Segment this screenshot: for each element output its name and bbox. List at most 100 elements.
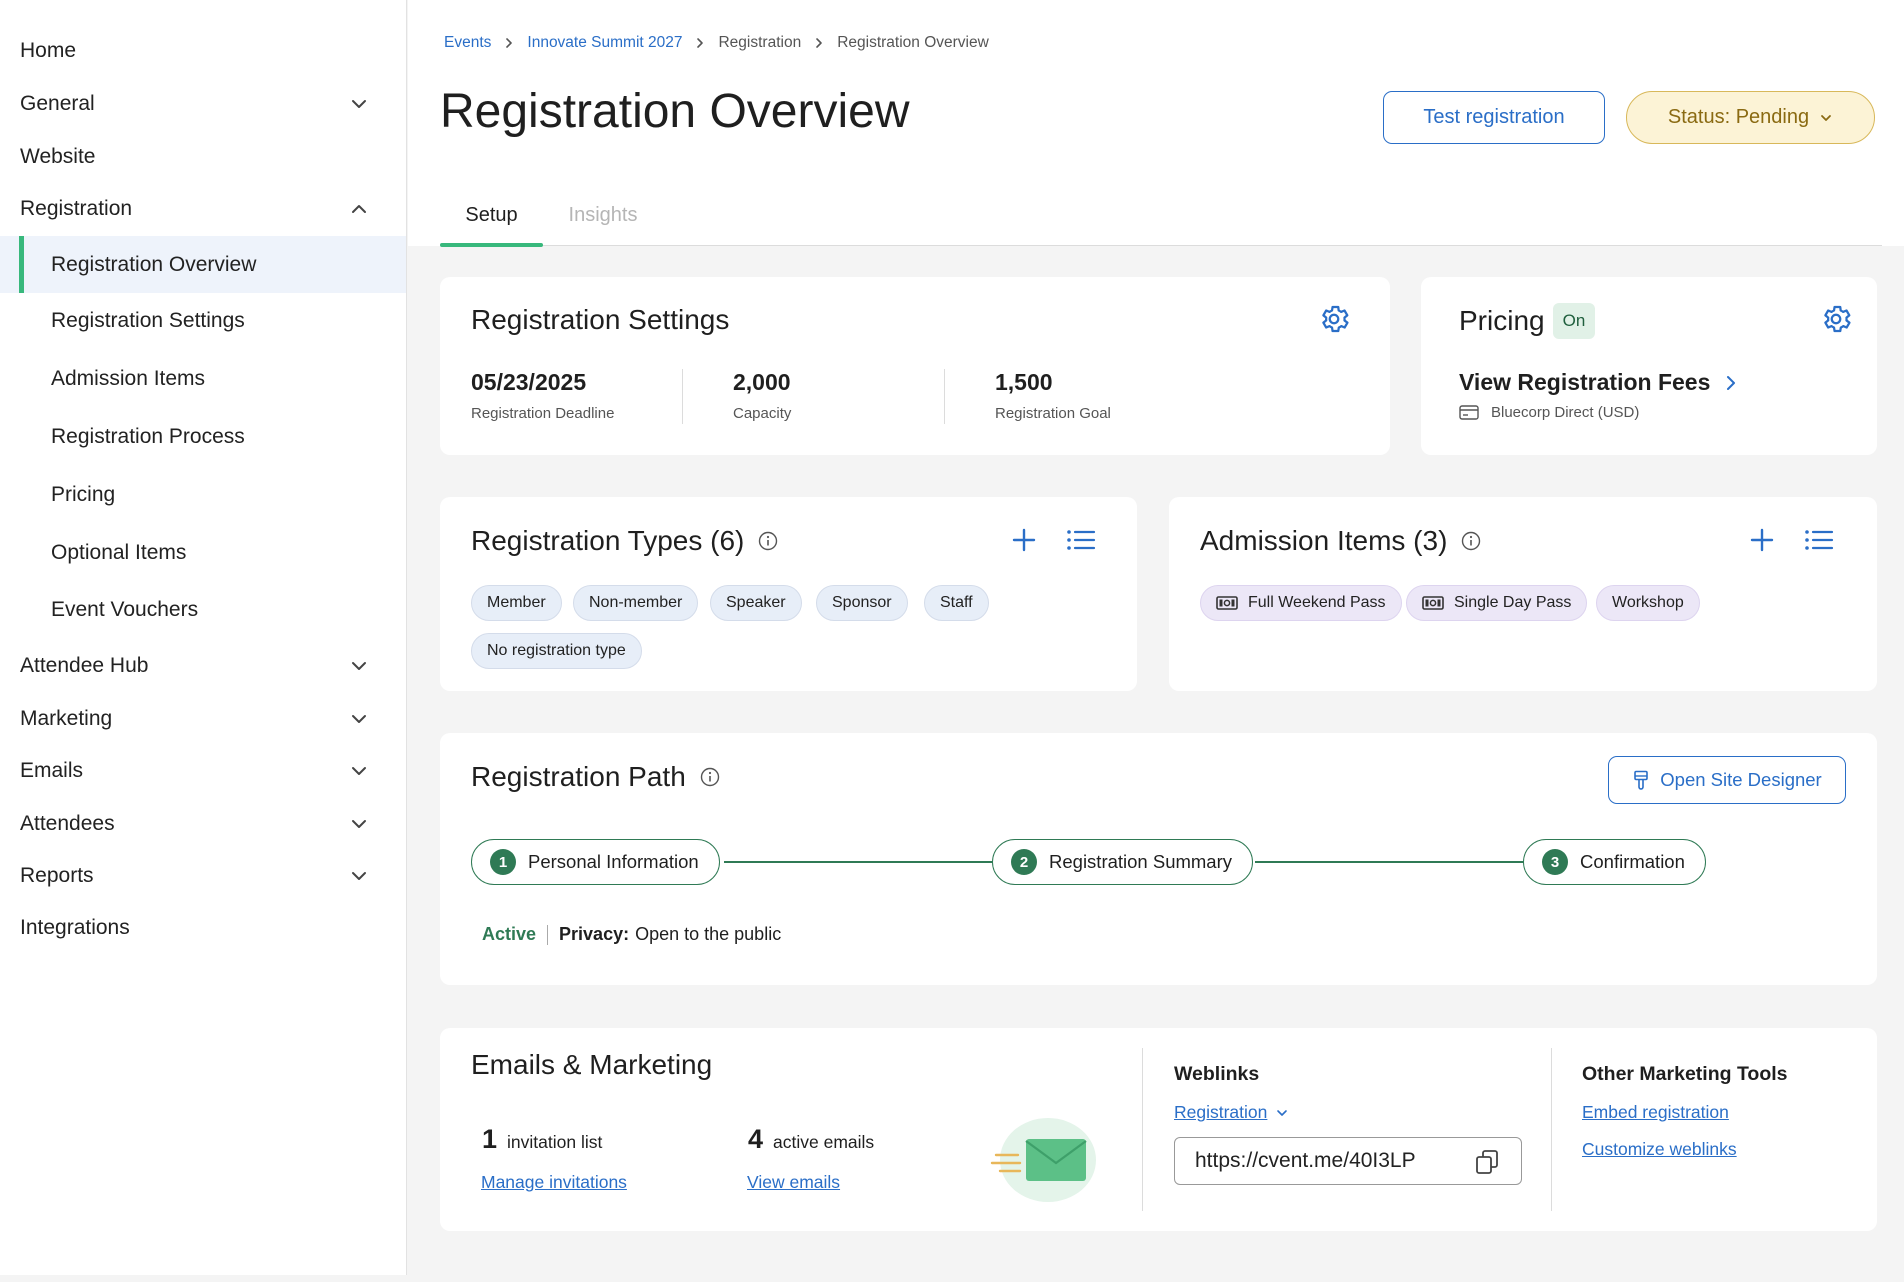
sidebar-item-label: Event Vouchers (51, 598, 199, 621)
open-site-designer-button[interactable]: Open Site Designer (1608, 756, 1846, 804)
info-icon[interactable] (758, 531, 778, 551)
sidebar-item-pricing[interactable]: Pricing (0, 468, 406, 522)
pricing-header: Pricing On (1459, 303, 1596, 339)
breadcrumb-registration[interactable]: Registration (718, 34, 801, 52)
admission-item-chip[interactable]: Workshop (1596, 585, 1700, 621)
invitation-stat: 1 invitation list (482, 1124, 602, 1155)
privacy-value: Open to the public (635, 924, 782, 944)
divider (547, 924, 549, 945)
gear-icon[interactable] (1317, 302, 1351, 336)
sidebar-item-label: Attendees (20, 812, 115, 835)
sidebar-item-registration-overview[interactable]: Registration Overview (0, 236, 406, 293)
other-tools-title: Other Marketing Tools (1582, 1063, 1788, 1085)
sidebar-item-label: Registration Settings (51, 309, 245, 332)
chevron-down-icon (352, 100, 366, 108)
reg-type-chip[interactable]: Speaker (710, 585, 802, 621)
path-header: Registration Path (471, 761, 720, 793)
ticket-icon (1216, 596, 1238, 610)
card-title: Registration Settings (471, 304, 730, 335)
test-registration-button[interactable]: Test registration (1383, 91, 1605, 144)
sidebar-item-registration[interactable]: Registration (0, 182, 406, 236)
list-icon[interactable] (1066, 527, 1096, 553)
chevron-down-icon (1277, 1109, 1288, 1116)
path-connector (724, 861, 994, 863)
tab-insights[interactable]: Insights (563, 196, 643, 246)
sidebar-item-reports[interactable]: Reports (0, 849, 406, 903)
sidebar-item-admission-items[interactable]: Admission Items (0, 352, 406, 406)
sidebar-item-registration-settings[interactable]: Registration Settings (0, 294, 406, 348)
breadcrumb-link-event[interactable]: Innovate Summit 2027 (527, 34, 682, 52)
sidebar-item-website[interactable]: Website (0, 130, 406, 184)
sidebar-item-label: Integrations (20, 916, 130, 939)
page-title: Registration Overview (440, 85, 910, 138)
chevron-right-icon (697, 38, 704, 48)
admission-items-card: Admission Items (3) Full Weekend Pass Si… (1169, 497, 1877, 691)
sidebar-item-label: Reports (20, 864, 94, 887)
sidebar-item-label: Attendee Hub (20, 654, 149, 677)
info-icon[interactable] (1461, 531, 1481, 551)
sidebar-item-attendee-hub[interactable]: Attendee Hub (0, 639, 406, 693)
weblink-field[interactable]: https://cvent.me/40I3LP (1174, 1137, 1522, 1185)
step-label: Confirmation (1580, 851, 1685, 872)
copy-icon[interactable] (1475, 1149, 1499, 1175)
weblinks-select[interactable]: Registration (1174, 1102, 1289, 1123)
divider (944, 369, 945, 424)
admission-item-chip[interactable]: Full Weekend Pass (1200, 585, 1402, 621)
sidebar-item-registration-process[interactable]: Registration Process (0, 410, 406, 464)
reg-types-header: Registration Types (6) (471, 525, 778, 557)
sidebar-item-label: Optional Items (51, 541, 187, 564)
admission-item-label: Single Day Pass (1454, 594, 1572, 611)
list-icon[interactable] (1804, 527, 1834, 553)
info-icon[interactable] (700, 767, 720, 787)
sidebar-item-optional-items[interactable]: Optional Items (0, 526, 406, 580)
path-step-registration-summary[interactable]: 2 Registration Summary (992, 839, 1254, 885)
status-dropdown-button[interactable]: Status: Pending (1626, 91, 1875, 144)
envelope-illustration-icon (990, 1118, 1096, 1202)
plus-icon[interactable] (1749, 527, 1775, 553)
chevron-up-icon (352, 205, 366, 213)
merchant-row: Bluecorp Direct (USD) (1459, 404, 1639, 421)
sidebar-item-attendees[interactable]: Attendees (0, 797, 406, 851)
sidebar-item-event-vouchers[interactable]: Event Vouchers (0, 583, 406, 637)
reg-type-chip[interactable]: Sponsor (816, 585, 908, 621)
admission-item-chip[interactable]: Single Day Pass (1406, 585, 1588, 621)
chevron-down-icon (352, 820, 366, 828)
registration-settings-card: Registration Settings 05/23/2025 Registr… (440, 277, 1390, 455)
open-site-designer-label: Open Site Designer (1660, 769, 1822, 790)
sidebar-item-label: Admission Items (51, 367, 206, 390)
path-connector (1255, 861, 1524, 863)
reg-type-chip[interactable]: Non-member (573, 585, 699, 621)
sidebar-item-label: Pricing (51, 483, 116, 506)
reg-type-chip[interactable]: Member (471, 585, 562, 621)
tab-setup[interactable]: Setup (440, 196, 543, 247)
card-title: Registration Path (471, 761, 686, 792)
status-label: Status: Pending (1667, 106, 1810, 128)
sidebar-item-label: Website (20, 145, 96, 168)
weblinks-select-label: Registration (1174, 1102, 1268, 1122)
embed-registration-link[interactable]: Embed registration (1582, 1102, 1729, 1123)
reg-type-chip[interactable]: No registration type (471, 633, 642, 669)
sidebar-item-home[interactable]: Home (0, 24, 406, 78)
view-fees-link[interactable]: View Registration Fees (1459, 369, 1740, 396)
sidebar-item-emails[interactable]: Emails (0, 744, 406, 798)
plus-icon[interactable] (1011, 527, 1037, 553)
sidebar-item-general[interactable]: General (0, 77, 406, 131)
path-step-personal-information[interactable]: 1 Personal Information (471, 839, 720, 885)
breadcrumb: Events Innovate Summit 2027 Registration… (444, 34, 989, 52)
sidebar-item-label: General (20, 92, 95, 115)
sidebar-item-marketing[interactable]: Marketing (0, 692, 406, 746)
breadcrumb-link-events[interactable]: Events (444, 34, 491, 52)
manage-invitations-link[interactable]: Manage invitations (481, 1172, 627, 1193)
customize-weblinks-link[interactable]: Customize weblinks (1582, 1139, 1737, 1160)
sidebar-item-label: Marketing (20, 707, 113, 730)
sidebar-item-label: Emails (20, 759, 84, 782)
path-step-confirmation[interactable]: 3 Confirmation (1523, 839, 1706, 885)
sidebar-item-integrations[interactable]: Integrations (0, 901, 406, 955)
reg-type-chip[interactable]: Staff (924, 585, 989, 621)
card-title: Pricing (1459, 305, 1545, 336)
view-emails-link[interactable]: View emails (747, 1172, 840, 1193)
breadcrumb-current: Registration Overview (837, 34, 989, 51)
gear-icon[interactable] (1819, 302, 1853, 336)
card-title: Emails & Marketing (471, 1049, 713, 1080)
emails-marketing-card: Emails & Marketing 1 invitation list Man… (440, 1028, 1877, 1231)
